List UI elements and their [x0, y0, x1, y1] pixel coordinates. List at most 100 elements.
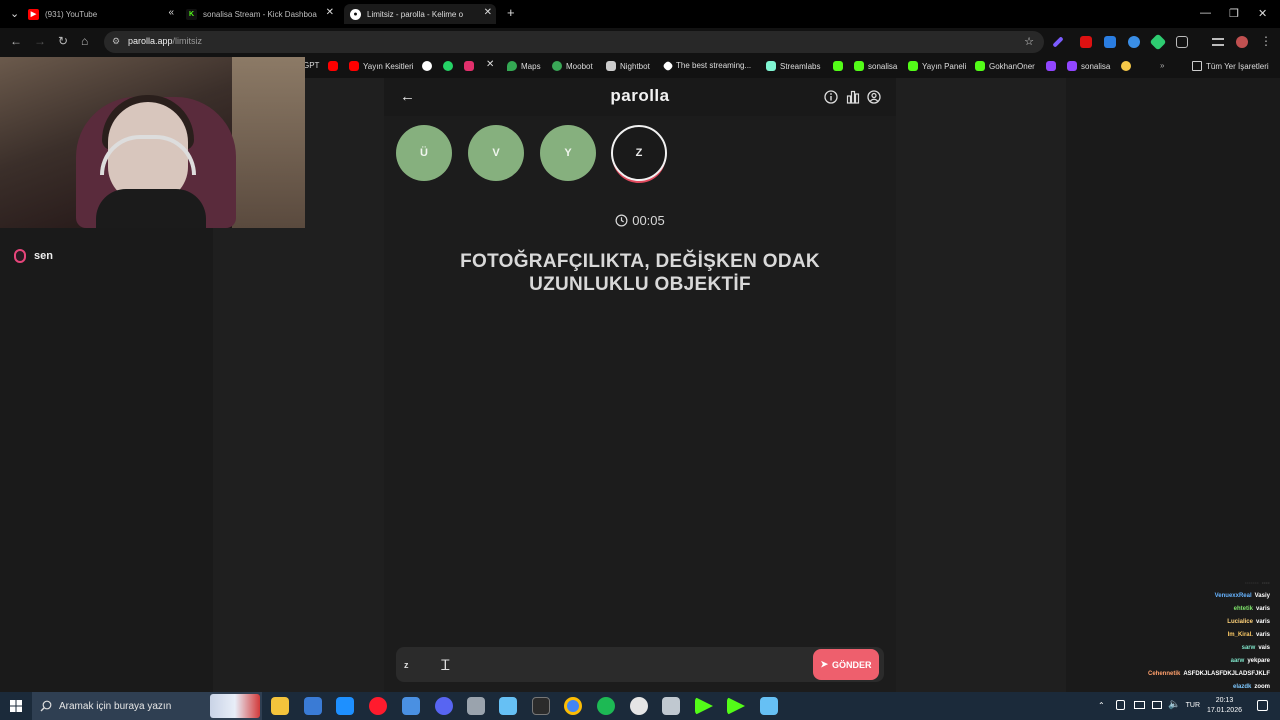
- more-bookmarks-chevron-icon[interactable]: »: [1160, 61, 1164, 70]
- kick-studio-icon[interactable]: [695, 697, 713, 715]
- minimize-icon[interactable]: —: [1200, 7, 1211, 19]
- reading-list-icon[interactable]: [1212, 38, 1224, 46]
- kick-studio-icon[interactable]: [727, 697, 745, 715]
- pen-extension-icon[interactable]: [1052, 36, 1064, 48]
- chat-message: Lucialice varis: [1227, 619, 1270, 625]
- bookmark-youtube[interactable]: [328, 61, 342, 71]
- tray-chevron-icon[interactable]: ⌃: [1098, 701, 1105, 710]
- tab-kick-dashboard[interactable]: K sonalisa Stream - Kick Dashboa ✕: [186, 4, 338, 24]
- site-info-icon[interactable]: ⚙: [112, 36, 120, 47]
- bookmark-instagram[interactable]: [464, 61, 478, 71]
- bookmark-twitch-sonalisa[interactable]: sonalisa: [1067, 61, 1110, 71]
- reload-icon[interactable]: ↻: [58, 34, 68, 48]
- streamlabs-icon: [766, 61, 776, 71]
- menu-kebab-icon[interactable]: ⋮: [1260, 34, 1272, 48]
- chrome-icon[interactable]: [564, 697, 582, 715]
- chat-message: Cehennetik ASFDKJLASFDKJLADSFJKLF: [1147, 671, 1270, 677]
- extension-icon[interactable]: [1128, 36, 1140, 48]
- volume-icon[interactable]: 🔈: [1168, 699, 1180, 710]
- bookmark-gokhanoner[interactable]: GokhanOner: [975, 61, 1035, 71]
- bookmark-google[interactable]: [422, 61, 436, 71]
- letter-circle-z-current[interactable]: Z: [611, 125, 667, 181]
- bookmark-maps[interactable]: Maps: [507, 61, 541, 71]
- spotify-icon[interactable]: [597, 697, 615, 715]
- app-icon[interactable]: [467, 697, 485, 715]
- emoji-icon: [1121, 61, 1131, 71]
- input-language[interactable]: TUR: [1186, 702, 1200, 709]
- steam-icon[interactable]: [499, 697, 517, 715]
- epic-games-icon[interactable]: [532, 697, 550, 715]
- opera-icon[interactable]: [369, 697, 387, 715]
- bookmark-moobot[interactable]: Moobot: [552, 61, 593, 71]
- tray-app-icon[interactable]: [1116, 700, 1125, 710]
- user-badge-icon: [14, 249, 26, 263]
- app-icon[interactable]: [760, 697, 778, 715]
- bookmark-yayin-paneli[interactable]: Yayın Paneli: [908, 61, 966, 71]
- close-tab-icon[interactable]: ✕: [484, 7, 492, 18]
- network-icon[interactable]: [1134, 701, 1145, 709]
- clock-date: 17.01.2026: [1206, 707, 1242, 714]
- bookmark-streaming[interactable]: The best streaming...: [662, 59, 751, 72]
- home-icon[interactable]: ⌂: [81, 34, 88, 48]
- stream-chat-overlay: ······· ···· VenuexxReal Vasiy ehtetik vari…: [1066, 78, 1280, 703]
- extensions-puzzle-icon[interactable]: [1176, 36, 1188, 48]
- back-icon[interactable]: ←: [10, 34, 22, 48]
- restore-icon[interactable]: ❐: [1229, 7, 1239, 20]
- profile-avatar-icon[interactable]: [1236, 36, 1248, 48]
- letter-circle-y[interactable]: Y: [540, 125, 596, 181]
- new-tab-icon[interactable]: +: [507, 5, 515, 20]
- info-icon[interactable]: [824, 90, 838, 104]
- bookmark-kick-sonalisa[interactable]: sonalisa: [854, 61, 897, 71]
- chat-message: VenuexxReal Vasiy: [1214, 593, 1270, 599]
- parolla-icon: ●: [350, 8, 361, 20]
- extension-badge-icon[interactable]: [1104, 36, 1116, 48]
- bookmark-kick[interactable]: [833, 61, 847, 71]
- taskbar-search[interactable]: Aramak için buraya yazın: [32, 692, 262, 720]
- close-tab-icon[interactable]: ✕: [326, 7, 334, 18]
- bookmark-twitch[interactable]: [1046, 61, 1060, 71]
- send-button[interactable]: ➤ GÖNDER: [813, 649, 879, 680]
- notifications-icon[interactable]: [1257, 700, 1268, 711]
- bookmark-x[interactable]: ✕: [486, 59, 494, 70]
- battery-icon[interactable]: [1152, 701, 1162, 709]
- bookmark-emoji[interactable]: [1121, 61, 1135, 71]
- address-bar[interactable]: ⚙ parolla.app/limitsiz ☆: [104, 31, 1044, 53]
- bookmark-yayin-kesitleri[interactable]: Yayın Kesitleri: [349, 61, 414, 71]
- letter-circle-v[interactable]: V: [468, 125, 524, 181]
- letter-circle-u[interactable]: Ü: [396, 125, 452, 181]
- bookmark-nightbot[interactable]: Nightbot: [606, 61, 650, 71]
- app-icon[interactable]: [402, 697, 420, 715]
- send-button-label: GÖNDER: [832, 659, 872, 670]
- forward-icon[interactable]: →: [34, 34, 46, 48]
- windows-start-icon[interactable]: [10, 700, 22, 712]
- moobot-icon: [552, 61, 562, 71]
- folder-icon: [1192, 61, 1202, 71]
- mail-icon[interactable]: [336, 697, 354, 715]
- app-brand-title: parolla: [610, 86, 670, 105]
- kick-icon: [975, 61, 985, 71]
- url-text: parolla.app/limitsiz: [128, 36, 203, 46]
- tab-youtube[interactable]: ▶ (931) YouTube «: [28, 4, 178, 24]
- close-window-icon[interactable]: ✕: [1258, 7, 1267, 20]
- tab-parolla[interactable]: ● Limitsiz - parolla - Kelime o ✕: [344, 4, 496, 24]
- discord-icon[interactable]: [435, 697, 453, 715]
- extension-icon[interactable]: [1080, 36, 1092, 48]
- tab-list-chevron-icon[interactable]: ⌄: [10, 7, 19, 20]
- file-explorer-icon[interactable]: [271, 697, 289, 715]
- tab-label: sonalisa Stream - Kick Dashboa: [203, 9, 317, 19]
- stats-chart-icon[interactable]: [846, 90, 860, 104]
- obs-icon[interactable]: [630, 697, 648, 715]
- store-icon[interactable]: [304, 697, 322, 715]
- chat-message: Im_Kiral. varis: [1227, 632, 1270, 638]
- user-profile-icon[interactable]: [867, 90, 881, 104]
- bookmark-whatsapp[interactable]: [443, 61, 457, 71]
- bookmark-gpt[interactable]: GPT: [303, 61, 319, 70]
- taskbar-clock[interactable]: 20:13 17.01.2026: [1207, 696, 1242, 716]
- app-icon[interactable]: [662, 697, 680, 715]
- bookmark-streamlabs[interactable]: Streamlabs: [766, 61, 820, 71]
- browser-toolbar: ← → ↻ ⌂ ⚙ parolla.app/limitsiz ☆ ⋮: [0, 28, 1280, 56]
- bookmark-star-icon[interactable]: ☆: [1024, 35, 1034, 48]
- extension-icon[interactable]: [1149, 33, 1167, 51]
- close-tab-icon[interactable]: «: [168, 7, 174, 18]
- all-bookmarks-folder[interactable]: Tüm Yer İşaretleri: [1192, 61, 1269, 71]
